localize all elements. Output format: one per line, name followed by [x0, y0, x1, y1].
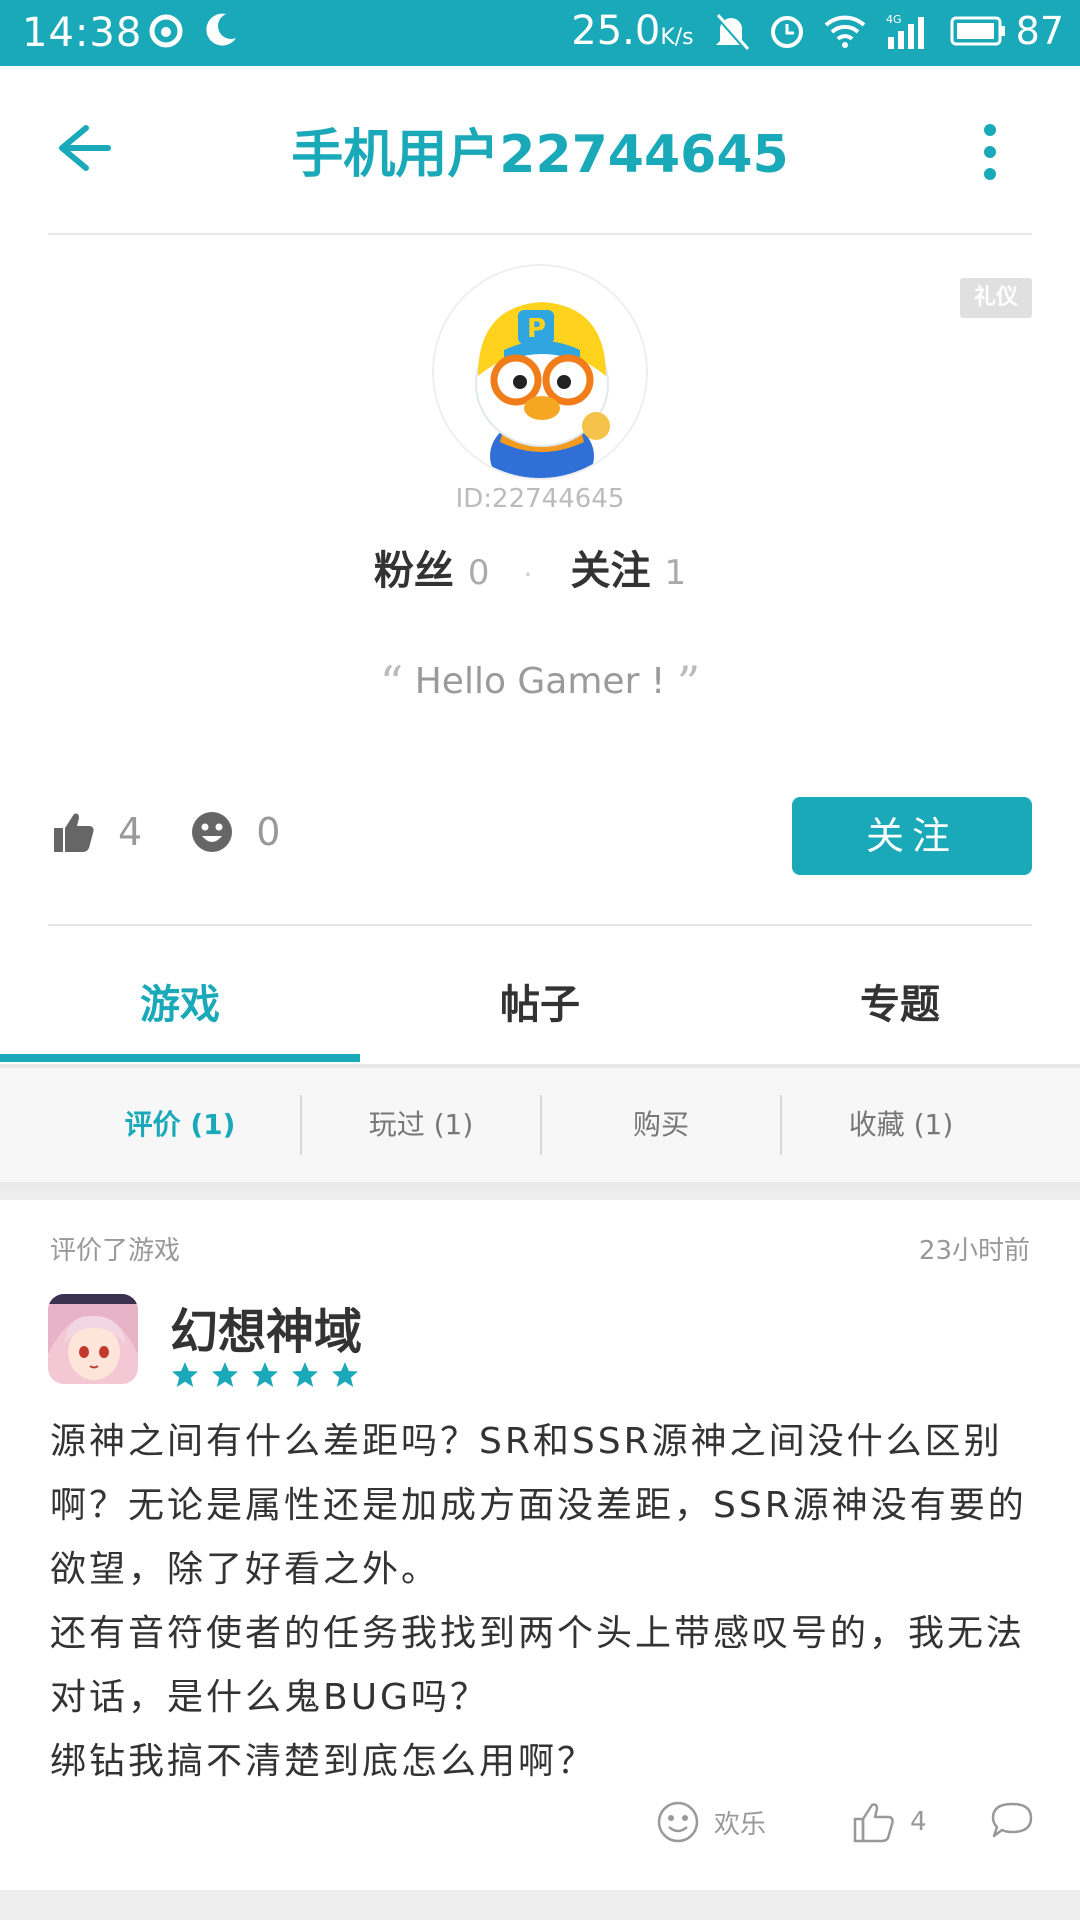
section-gap [0, 1182, 1080, 1200]
star-icon [172, 1362, 198, 1387]
medal-badge[interactable]: 礼仪 [960, 278, 1032, 318]
signature-text: Hello Gamer ! [414, 661, 666, 702]
signal-4g-icon: 4G [886, 13, 924, 49]
fans-count[interactable]: 0 [468, 553, 490, 593]
network-speed: 25.0 [571, 8, 661, 54]
tab-topics[interactable]: 专题 [720, 940, 1080, 1064]
review-card[interactable]: 评价了游戏 23小时前 幻想神域 源神之间有什么差距吗？SR和SSR源神之间没什… [0, 1200, 1080, 1890]
battery-level: 87 [1015, 9, 1064, 53]
alarm-icon [770, 16, 803, 48]
subtab-reviews[interactable]: 评价 (1) [60, 1095, 300, 1155]
review-like-button[interactable]: 4 [852, 1800, 927, 1844]
wifi-icon [824, 15, 865, 48]
emoji-count: 0 [256, 810, 281, 854]
comment-bubble-icon [991, 1802, 1033, 1838]
profile-divider [48, 924, 1032, 926]
battery-icon [950, 16, 1005, 46]
subtab-purchased[interactable]: 购买 [540, 1095, 780, 1155]
fans-label[interactable]: 粉丝 [374, 538, 454, 596]
tab-posts[interactable]: 帖子 [360, 940, 720, 1064]
status-time: 14:38 [22, 10, 143, 56]
close-quote-icon: ” [676, 656, 701, 710]
fun-reaction-button[interactable]: 欢乐 [656, 1800, 766, 1844]
review-actions: 欢乐 4 [0, 1800, 1080, 1860]
sub-tabs: 评价 (1) 玩过 (1) 购买 收藏 (1) [0, 1068, 1080, 1182]
fun-label: 欢乐 [714, 1809, 767, 1840]
page-title: 手机用户22744645 [291, 125, 789, 185]
star-icon [292, 1362, 318, 1387]
separator-dot: · [523, 558, 533, 591]
mute-bell-icon [714, 13, 749, 51]
anime-girl-game-icon [48, 1294, 138, 1384]
game-name[interactable]: 幻想神域 [170, 1292, 362, 1362]
subtab-favorites[interactable]: 收藏 (1) [780, 1095, 1020, 1155]
fans-follow-row: 粉丝 0 · 关注 1 [0, 538, 1080, 596]
weibo-icon [149, 14, 183, 48]
battery-indicator: 87 [950, 9, 1064, 53]
thumbs-up-icon[interactable] [52, 810, 96, 854]
star-icon [212, 1362, 238, 1387]
user-id: ID:22744645 [455, 484, 625, 514]
review-header: 评价了游戏 [50, 1236, 181, 1266]
status-left-icons [146, 10, 240, 50]
main-tabs: 游戏 帖子 专题 [0, 940, 1080, 1064]
svg-text:4G: 4G [886, 13, 902, 26]
review-text[interactable]: 源神之间有什么差距吗？SR和SSR源神之间没什么区别啊？无论是属性还是加成方面没… [50, 1410, 1040, 1794]
review-like-count: 4 [910, 1807, 927, 1837]
status-right-icons: 25.0K/s 4G 87 [571, 8, 1064, 54]
top-navbar: 手机用户22744645 [0, 66, 1080, 234]
avatar[interactable]: P [432, 264, 648, 480]
following-label[interactable]: 关注 [570, 538, 650, 596]
follow-button[interactable]: 关注 [792, 797, 1032, 875]
profile-stats: 4 0 [52, 810, 328, 854]
bottom-separator [0, 1890, 1080, 1920]
star-icon [332, 1362, 358, 1387]
user-signature: “ Hello Gamer ! ” [0, 656, 1080, 710]
status-bar: 14:38 25.0K/s 4G 87 [0, 0, 1080, 66]
svg-text:P: P [527, 314, 546, 344]
back-arrow-icon[interactable] [50, 116, 114, 180]
like-count: 4 [118, 810, 143, 854]
network-speed-unit: K/s [660, 25, 694, 50]
thumbs-up-outline-icon [853, 1803, 894, 1843]
emoji-face-icon[interactable] [190, 810, 234, 854]
open-quote-icon: “ [379, 656, 404, 710]
game-icon[interactable] [48, 1294, 138, 1384]
star-icon [252, 1362, 278, 1387]
review-time: 23小时前 [918, 1236, 1030, 1266]
rating-stars [170, 1360, 360, 1390]
moon-icon [206, 13, 236, 46]
subtab-played[interactable]: 玩过 (1) [300, 1095, 540, 1155]
following-count[interactable]: 1 [664, 553, 686, 593]
comment-button[interactable] [990, 1800, 1034, 1840]
tab-games[interactable]: 游戏 [0, 940, 360, 1064]
more-options-icon[interactable] [972, 122, 1008, 182]
penguin-avatar-image: P [434, 266, 646, 478]
header-divider [48, 233, 1032, 235]
smiley-icon [657, 1801, 699, 1843]
